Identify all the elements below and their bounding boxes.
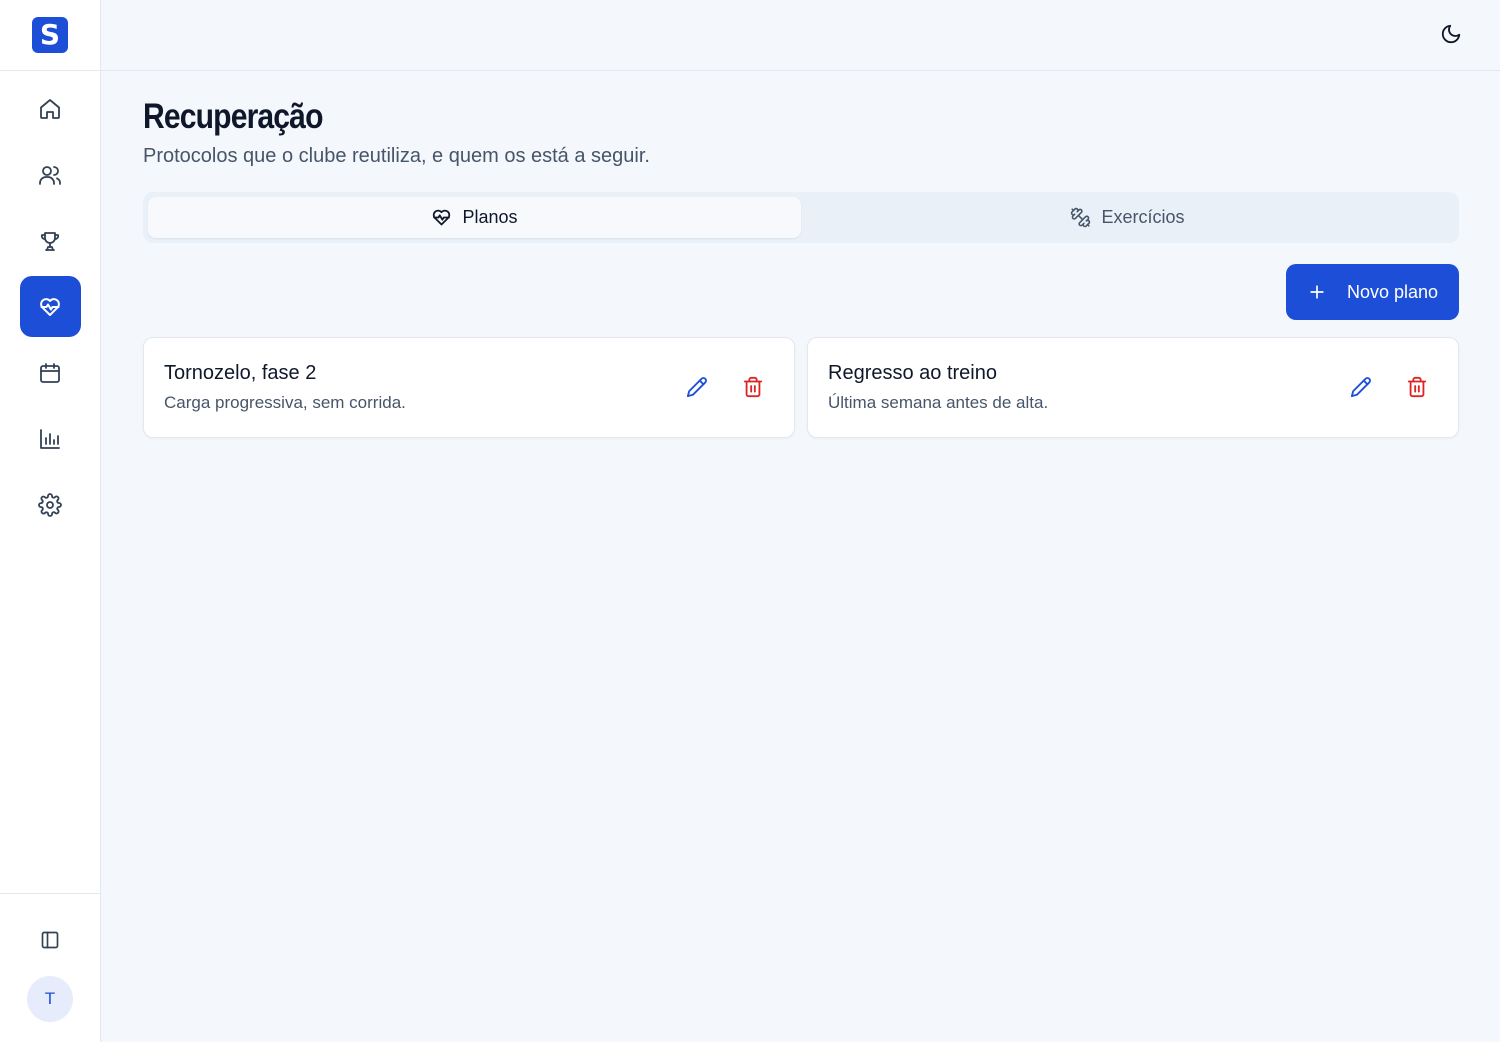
trophy-icon <box>40 231 60 251</box>
tab-exercises[interactable]: Exercícios <box>801 197 1454 238</box>
edit-plan-button[interactable] <box>1348 374 1374 400</box>
home-icon <box>40 98 60 119</box>
user-avatar[interactable]: T <box>27 976 73 1022</box>
sidebar-item-recovery[interactable] <box>19 276 81 337</box>
new-plan-button[interactable]: Novo plano <box>1286 264 1459 320</box>
heart-pulse-icon <box>433 209 451 226</box>
tab-bar: Planos Exercícios <box>143 192 1459 243</box>
plan-list: Tornozelo, fase 2 Carga progressiva, sem… <box>143 337 1459 438</box>
plan-description: Carga progressiva, sem corrida. <box>164 393 406 412</box>
sidebar-item-trophy[interactable] <box>20 210 81 271</box>
bar-chart-icon <box>40 428 60 449</box>
heart-pulse-icon <box>40 297 60 316</box>
plan-description: Última semana antes de alta. <box>828 393 1049 412</box>
tab-plans[interactable]: Planos <box>148 197 801 238</box>
edit-plan-button[interactable] <box>684 374 710 400</box>
pencil-icon <box>1350 377 1371 398</box>
page-subtitle: Protocolos que o clube reutiliza, e quem… <box>143 145 650 167</box>
pencil-icon <box>686 377 707 398</box>
app-logo[interactable]: S <box>32 17 68 53</box>
page-title: Recuperação <box>143 97 323 136</box>
sidebar-item-users[interactable] <box>20 144 81 205</box>
plan-actions <box>684 374 766 400</box>
plus-icon <box>1310 285 1324 299</box>
plan-title: Tornozelo, fase 2 <box>164 362 317 384</box>
new-plan-label: Novo plano <box>1346 281 1439 302</box>
top-bar <box>101 0 1500 71</box>
panel-left-icon <box>41 931 59 949</box>
plan-card[interactable]: Tornozelo, fase 2 Carga progressiva, sem… <box>143 337 795 438</box>
sidebar-toggle-button[interactable] <box>30 920 70 960</box>
delete-plan-button[interactable] <box>1404 374 1430 400</box>
delete-plan-button[interactable] <box>740 374 766 400</box>
theme-toggle-button[interactable] <box>1440 23 1464 47</box>
plan-card[interactable]: Regresso ao treino Última semana antes d… <box>807 337 1459 438</box>
sidebar-item-settings[interactable] <box>20 474 81 535</box>
dumbbell-icon <box>1071 207 1091 228</box>
trash-icon <box>743 376 763 398</box>
sidebar-item-home[interactable] <box>20 78 81 139</box>
users-icon <box>39 165 61 185</box>
plan-title: Regresso ao treino <box>828 362 997 384</box>
sidebar-item-stats[interactable] <box>20 408 81 469</box>
calendar-icon <box>40 362 60 383</box>
settings-icon <box>38 492 62 517</box>
tab-plans-label: Planos <box>462 207 518 227</box>
sidebar-item-calendar[interactable] <box>20 342 81 403</box>
main-content: Recuperação Protocolos que o clube reuti… <box>143 71 1459 438</box>
actions-row: Novo plano <box>143 243 1459 337</box>
sidebar-nav <box>0 78 100 540</box>
sidebar: S T <box>0 0 101 1042</box>
sidebar-footer: T <box>0 893 100 1042</box>
trash-icon <box>1407 376 1427 398</box>
moon-icon <box>1441 24 1461 44</box>
logo-area: S <box>0 0 100 71</box>
tab-exercises-label: Exercícios <box>1101 207 1185 227</box>
plan-actions <box>1348 374 1430 400</box>
